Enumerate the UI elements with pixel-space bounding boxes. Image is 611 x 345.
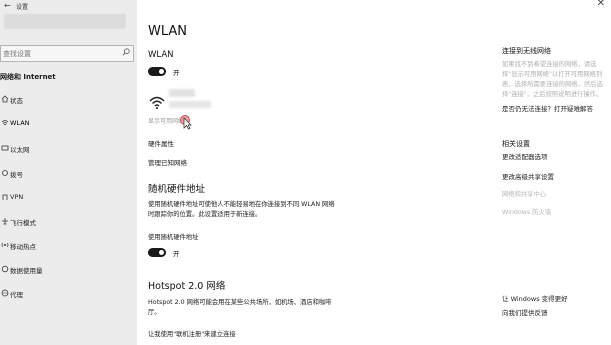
sidebar-item-data-usage[interactable]: 数据使用量 (0, 261, 137, 279)
manage-known-networks-link[interactable]: 管理已知网络 (148, 157, 187, 167)
sidebar-item-vpn[interactable]: VPN (0, 189, 137, 207)
blurred-account-area (4, 14, 126, 29)
advanced-sharing-link[interactable]: 更改高级共享设置 (502, 171, 554, 181)
wlan-toggle[interactable] (148, 67, 166, 76)
sidebar-item-label: 移动热点 (10, 243, 36, 251)
troubleshoot-link[interactable]: 是否仍无法连接？打开疑难解答 (502, 103, 593, 113)
connect-help-line1: 如果找不到希望连接的网络，请选 (502, 61, 597, 68)
show-available-networks-link[interactable]: 显示可用网络 (148, 116, 184, 125)
page-title: WLAN (148, 24, 188, 39)
random-hw-toggle-label: 使用随机硬件地址 (148, 234, 199, 241)
sidebar-item-dialup[interactable]: 拨号 (0, 165, 137, 183)
sidebar-item-proxy[interactable]: 代理 (0, 285, 137, 303)
blurred-network-name (169, 89, 195, 97)
blurred-network-status (169, 101, 211, 108)
sidebar-item-label: 以太网 (10, 146, 30, 154)
sidebar-item-label: VPN (10, 193, 24, 201)
sidebar-item-label: 飞行模式 (10, 219, 36, 227)
sidebar-item-label: 代理 (10, 291, 23, 299)
sidebar-item-status[interactable]: 状态 (0, 91, 137, 109)
data-usage-icon (1, 265, 9, 273)
related-panel: ✕ 连接到无线网络 如果找不到希望连接的网络，请选 择"显示可用网络"以打开可用… (487, 0, 611, 345)
random-hw-description-line1: 使用随机硬件地址可使他人不能轻易地在你连接到不同 WLAN 网络 (148, 201, 335, 208)
give-feedback-link[interactable]: 向我们提供反馈 (502, 307, 548, 317)
connect-help-line3: 表，选择所需要连接的网络，然后选 (502, 81, 603, 88)
hardware-properties-link[interactable]: 硬件属性 (148, 138, 174, 148)
sidebar-item-wlan[interactable]: WLAN (0, 115, 137, 133)
search-input[interactable] (1, 46, 113, 61)
hotspot-description-line2: 厅。 (148, 309, 161, 316)
mouse-cursor-icon (183, 117, 192, 130)
back-arrow-icon[interactable]: ← (4, 1, 11, 10)
make-windows-better-heading: 让 Windows 变得更好 (502, 295, 568, 303)
sidebar-item-ethernet[interactable]: 以太网 (0, 140, 137, 158)
firewall-link[interactable]: Windows 防火墙 (502, 207, 551, 216)
network-sharing-center-link[interactable]: 网络和共享中心 (502, 189, 546, 198)
dialup-icon (2, 170, 8, 176)
main-content: WLAN WLAN 开 显示可用网络 硬件属性 管理已知网络 随机硬件地址 使用… (137, 0, 487, 345)
sidebar-item-label: 状态 (10, 97, 23, 105)
related-settings-heading: 相关设置 (502, 140, 530, 148)
sidebar: ← 设置 网络和 Internet 状态 WLAN 以太网 拨号 VPN 飞行模… (0, 0, 137, 345)
sidebar-section-title: 网络和 Internet (0, 73, 56, 81)
globe-icon (1, 289, 9, 297)
connect-wireless-heading: 连接到无线网络 (502, 47, 551, 55)
online-signup-label: 让我使用"联机注册"来建立连接 (148, 331, 236, 338)
random-hw-toggle[interactable] (148, 248, 166, 257)
wlan-section-label: WLAN (148, 50, 174, 60)
search-box[interactable] (0, 45, 134, 62)
wifi-signal-icon (149, 96, 165, 109)
hotspot-heading: Hotspot 2.0 网络 (148, 281, 226, 292)
connect-help-line4: 择"连接"，之后按照说明进行操作。 (502, 91, 603, 98)
close-icon[interactable]: ✕ (597, 0, 605, 9)
title-bar: ← 设置 (0, 0, 137, 14)
sidebar-item-label: 数据使用量 (10, 267, 43, 275)
airplane-icon (2, 218, 8, 225)
vpn-icon (2, 194, 8, 200)
random-hw-address-heading: 随机硬件地址 (148, 184, 206, 195)
wifi-icon (1, 120, 9, 126)
connect-help-line2: 择"显示可用网络"以打开可用网络列 (502, 71, 603, 78)
sidebar-item-airplane[interactable]: 飞行模式 (0, 213, 137, 231)
random-hw-description-line2: 时跟踪你的位置。此设置适用于新连接。 (148, 211, 262, 218)
hotspot-icon (1, 242, 9, 248)
ethernet-icon (1, 145, 9, 151)
random-hw-toggle-state: 开 (173, 250, 180, 258)
app-title: 设置 (16, 4, 29, 11)
wlan-toggle-state: 开 (173, 69, 180, 77)
sidebar-item-hotspot[interactable]: 移动热点 (0, 237, 137, 255)
sidebar-item-label: WLAN (10, 119, 30, 127)
home-icon (1, 95, 9, 103)
hotspot-description-line1: Hotspot 2.0 网络可能会用在某些公共场所，如机场、酒店和咖啡 (148, 299, 332, 306)
sidebar-item-label: 拨号 (10, 171, 23, 179)
adapter-options-link[interactable]: 更改适配器选项 (502, 151, 548, 161)
search-icon[interactable] (122, 48, 130, 56)
